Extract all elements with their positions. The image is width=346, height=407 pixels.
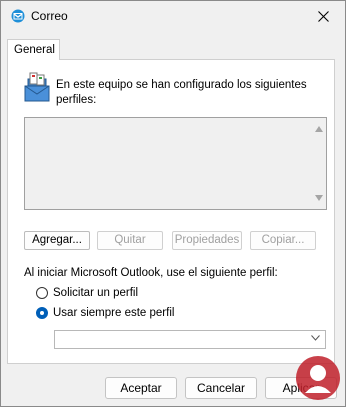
- scroll-down-arrow-icon[interactable]: [315, 195, 323, 201]
- general-tab-panel: En este equipo se han configurado los si…: [7, 59, 335, 364]
- profiles-list-scrollbar[interactable]: [312, 118, 326, 209]
- scroll-up-arrow-icon[interactable]: [315, 126, 323, 132]
- radio-prompt-profile[interactable]: Solicitar un perfil: [36, 286, 138, 300]
- radio-always-profile[interactable]: Usar siempre este perfil: [36, 306, 174, 320]
- remove-profile-button[interactable]: Quitar: [97, 231, 163, 250]
- radio-prompt-label: Solicitar un perfil: [53, 287, 139, 299]
- properties-button[interactable]: Propiedades: [172, 231, 242, 250]
- mail-app-icon: [11, 9, 25, 23]
- profiles-list[interactable]: [24, 117, 327, 210]
- title-bar[interactable]: Correo: [1, 1, 345, 31]
- startup-profile-label: Al iniciar Microsoft Outlook, use el sig…: [24, 267, 278, 279]
- mail-profile-icon: [24, 72, 50, 102]
- close-icon: [317, 10, 329, 22]
- radio-always-indicator[interactable]: [36, 307, 48, 319]
- radio-prompt-indicator[interactable]: [36, 287, 48, 299]
- copy-profile-button[interactable]: Copiar...: [250, 231, 316, 250]
- profile-select[interactable]: [54, 330, 326, 349]
- profiles-info-text: En este equipo se han configurado los si…: [56, 79, 307, 106]
- mail-dialog-window: Correo General En este equipo se han con…: [0, 0, 346, 407]
- chevron-down-icon: [311, 335, 320, 341]
- accept-button[interactable]: Aceptar: [105, 377, 177, 399]
- radio-always-label: Usar siempre este perfil: [53, 307, 175, 319]
- cancel-button[interactable]: Cancelar: [185, 377, 257, 399]
- add-profile-button[interactable]: Agregar...: [24, 231, 90, 250]
- tab-general[interactable]: General: [7, 39, 60, 60]
- watermark-logo-icon: [296, 356, 340, 400]
- close-button[interactable]: [301, 1, 345, 31]
- window-title: Correo: [31, 9, 68, 23]
